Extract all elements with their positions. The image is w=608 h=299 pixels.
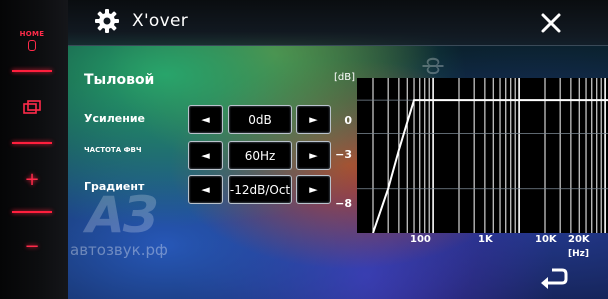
- close-icon[interactable]: [538, 10, 564, 36]
- crossover-response-graph: [357, 78, 608, 233]
- slope-value: -12dB/Oct: [228, 175, 292, 204]
- plus-icon: +: [24, 169, 40, 190]
- response-curve: [372, 99, 608, 233]
- bezel-divider: [12, 70, 52, 72]
- gain-value: 0dB: [228, 105, 292, 134]
- hardware-bezel: HOME + −: [0, 0, 68, 299]
- watermark-logo: АЗ: [86, 186, 158, 244]
- return-icon[interactable]: [538, 266, 570, 292]
- hz-tick-label: 100: [410, 234, 431, 245]
- frequency-value: 60Hz: [228, 141, 292, 170]
- hz-tick-label: 1K: [478, 234, 493, 245]
- db-tick-label: 0: [344, 114, 352, 127]
- screen: X'over АЗ автозвук.рф автозвук.рф Тылово…: [68, 0, 608, 299]
- gear-icon: [95, 9, 119, 33]
- volume-up-button[interactable]: +: [8, 171, 56, 189]
- gain-label: Усиление: [84, 112, 145, 125]
- page-title: X'over: [132, 11, 189, 31]
- hz-unit-label: [Hz]: [568, 249, 589, 259]
- hz-tick-label: 20K: [568, 234, 590, 245]
- bezel-divider: [12, 211, 52, 213]
- bezel-divider: [12, 142, 52, 144]
- mic-icon: [28, 40, 36, 51]
- frequency-label: ЧАСТОТА ФВЧ: [84, 146, 142, 154]
- slope-increase-button[interactable]: ►: [296, 175, 331, 204]
- title-bar: X'over: [68, 0, 608, 46]
- hz-tick-label: 10K: [535, 234, 557, 245]
- db-unit-label: [dB]: [334, 72, 356, 83]
- home-button[interactable]: HOME: [8, 30, 56, 51]
- gain-decrease-button[interactable]: ◄: [188, 105, 223, 134]
- minus-icon: −: [24, 236, 40, 257]
- slope-label: Градиент: [84, 180, 145, 193]
- db-tick-label: −3: [335, 148, 352, 161]
- frequency-increase-button[interactable]: ►: [296, 141, 331, 170]
- home-label: HOME: [19, 30, 45, 38]
- window-icon: [23, 100, 41, 114]
- volume-down-button[interactable]: −: [8, 238, 56, 256]
- frequency-decrease-button[interactable]: ◄: [188, 141, 223, 170]
- slope-decrease-button[interactable]: ◄: [188, 175, 223, 204]
- watermark-text: автозвук.рф: [70, 241, 168, 259]
- db-tick-label: −8: [335, 197, 352, 210]
- section-title: Тыловой: [84, 72, 155, 88]
- gain-increase-button[interactable]: ►: [296, 105, 331, 134]
- window-button[interactable]: [8, 99, 56, 119]
